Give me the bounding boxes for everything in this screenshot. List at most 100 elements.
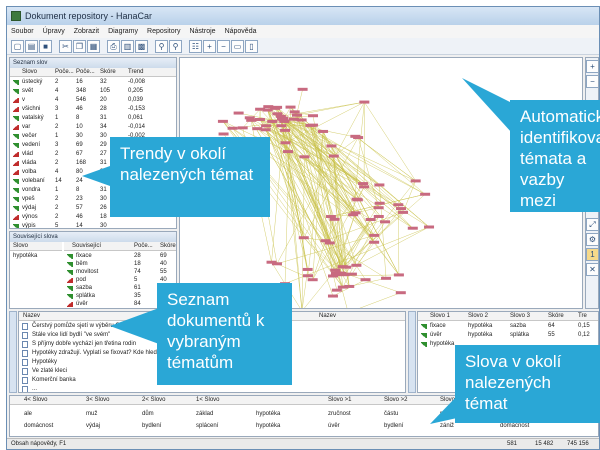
graph-node[interactable]	[252, 127, 263, 131]
graph-node[interactable]	[302, 274, 313, 278]
replace-icon[interactable]: ⚲	[169, 40, 182, 53]
graph-node[interactable]	[246, 118, 257, 122]
graph-node[interactable]	[237, 126, 248, 130]
print-icon[interactable]: ⎙	[107, 40, 120, 53]
graph-node[interactable]	[308, 114, 319, 118]
graph-node[interactable]	[369, 233, 380, 237]
graph-node[interactable]	[398, 210, 409, 214]
graph-node[interactable]	[267, 119, 278, 123]
graph-node[interactable]	[353, 136, 364, 140]
layout-graph-icon[interactable]: ⚙	[586, 233, 598, 246]
new-icon[interactable]: ▢	[11, 40, 24, 53]
word-row[interactable]: všichni 3 46 28 -0,153	[10, 105, 176, 114]
graph-node[interactable]	[263, 105, 274, 109]
graph-node[interactable]	[275, 114, 286, 118]
graph-node[interactable]	[424, 225, 435, 229]
graph-node[interactable]	[350, 211, 361, 215]
menu-item[interactable]: Nápověda	[225, 28, 257, 35]
graph-node[interactable]	[327, 294, 338, 298]
pair-row[interactable]: úvěr hypotéka splátka 55 0,12	[418, 331, 598, 340]
layout-icon[interactable]: ☷	[189, 40, 202, 53]
graph-node[interactable]	[374, 183, 385, 187]
graph-node[interactable]	[266, 260, 277, 264]
related-left-row[interactable]: hypotéka	[13, 252, 61, 261]
graph-node[interactable]	[339, 273, 350, 277]
graph-node[interactable]	[291, 113, 302, 117]
graph-node[interactable]	[302, 267, 313, 271]
word-row[interactable]: svět 4 348 105 0,205	[10, 87, 176, 96]
graph-node[interactable]	[297, 87, 308, 91]
graph-node[interactable]	[396, 207, 407, 211]
graph-node[interactable]	[329, 217, 340, 221]
graph-node[interactable]	[324, 241, 335, 245]
graph-node[interactable]	[298, 236, 309, 240]
graph-node[interactable]	[337, 265, 348, 269]
graph-node[interactable]	[373, 206, 384, 210]
graph-node[interactable]	[351, 197, 362, 201]
word-row[interactable]: var 2 10 34 -0,014	[10, 123, 176, 132]
graph-node[interactable]	[272, 105, 283, 109]
graph-node[interactable]	[233, 111, 244, 115]
chart-icon[interactable]: ▩	[135, 40, 148, 53]
graph-node[interactable]	[359, 100, 370, 104]
menu-item[interactable]: Diagramy	[108, 28, 138, 35]
cut-icon[interactable]: ✂	[59, 40, 72, 53]
graph-node[interactable]	[285, 105, 296, 109]
word-row[interactable]: ústecký 2 16 32 -0,008	[10, 78, 176, 87]
graph-node[interactable]	[280, 141, 291, 145]
open-icon[interactable]: ▤	[25, 40, 38, 53]
zoom-in-icon[interactable]: +	[586, 60, 598, 73]
menu-item[interactable]: Repository	[147, 28, 180, 35]
split-icon[interactable]: ▯	[245, 40, 258, 53]
graph-node[interactable]	[299, 155, 310, 159]
graph-node[interactable]	[289, 110, 300, 114]
menu-item[interactable]: Úpravy	[43, 28, 65, 35]
table-icon[interactable]: ▥	[121, 40, 134, 53]
graph-node[interactable]	[254, 117, 265, 121]
word-row[interactable]: vatalský 1 8 31 0,061	[10, 114, 176, 123]
pairs-tab[interactable]	[408, 311, 416, 393]
document-row[interactable]: ...	[19, 385, 405, 392]
graph-node[interactable]	[358, 182, 369, 186]
menu-item[interactable]: Nástroje	[189, 28, 215, 35]
graph-node[interactable]	[217, 119, 228, 123]
graph-node[interactable]	[351, 263, 362, 267]
graph-node[interactable]	[307, 278, 318, 282]
graph-node[interactable]	[359, 185, 370, 189]
graph-node[interactable]	[395, 291, 406, 295]
fit-icon[interactable]: ⤢	[586, 218, 598, 231]
graph-node[interactable]	[344, 284, 355, 288]
mark-icon[interactable]: ✕	[586, 263, 598, 276]
graph-node[interactable]	[318, 129, 329, 133]
graph-node[interactable]	[420, 192, 431, 196]
word-row[interactable]: v 4 546 20 0,039	[10, 96, 176, 105]
graph-node[interactable]	[326, 144, 337, 148]
graph-node[interactable]	[280, 128, 291, 132]
graph-node[interactable]	[328, 154, 339, 158]
window-icon[interactable]: ▭	[231, 40, 244, 53]
graph-node[interactable]	[360, 278, 371, 282]
graph-node[interactable]	[381, 276, 392, 280]
add-icon[interactable]: +	[203, 40, 216, 53]
graph-node[interactable]	[276, 124, 287, 128]
graph-node[interactable]	[365, 218, 376, 222]
graph-node[interactable]	[272, 112, 283, 116]
zoom-out-icon[interactable]: −	[586, 75, 598, 88]
paste-icon[interactable]: ▦	[87, 40, 100, 53]
graph-node[interactable]	[261, 124, 272, 128]
graph-node[interactable]	[305, 123, 316, 127]
graph-node[interactable]	[330, 268, 341, 272]
graph-node[interactable]	[393, 203, 404, 207]
numbers-icon[interactable]: 1	[586, 248, 598, 261]
remove-icon[interactable]: −	[217, 40, 230, 53]
find-icon[interactable]: ⚲	[155, 40, 168, 53]
copy-icon[interactable]: ❐	[73, 40, 86, 53]
save-icon[interactable]: ■	[39, 40, 52, 53]
graph-node[interactable]	[407, 226, 418, 230]
graph-node[interactable]	[380, 220, 391, 224]
graph-node[interactable]	[255, 107, 266, 111]
graph-node[interactable]	[393, 273, 404, 277]
graph-node[interactable]	[227, 126, 238, 130]
graph-node[interactable]	[283, 150, 294, 154]
menu-item[interactable]: Soubor	[11, 28, 34, 35]
